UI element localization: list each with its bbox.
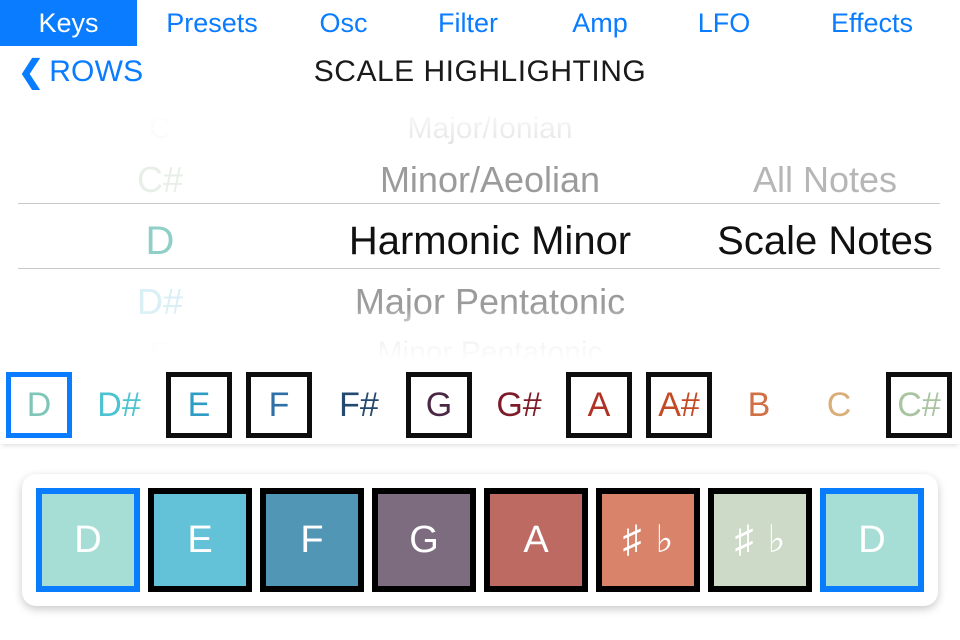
picker-option-selected[interactable]: Scale Notes: [700, 208, 950, 274]
tab-filter-label: Filter: [438, 7, 498, 38]
note-strip-label: F#: [339, 385, 379, 424]
note-strip-cell-Dsharp[interactable]: D#: [86, 372, 152, 438]
accidental-label: ♯ ♭: [735, 521, 786, 559]
tab-amp[interactable]: Amp: [536, 0, 664, 46]
picker-option-label: Minor/Aeolian: [379, 159, 601, 200]
picker-option[interactable]: All Notes: [700, 152, 950, 208]
picker-selection-line-bottom: [18, 268, 940, 269]
picker-option[interactable]: Minor/Aeolian: [260, 152, 720, 208]
back-button-rows[interactable]: ❮ ROWS: [18, 46, 143, 98]
picker-option-selected[interactable]: Harmonic Minor: [260, 208, 720, 274]
note-strip-cell-Gsharp[interactable]: G#: [486, 372, 552, 438]
keyboard-key-7[interactable]: ♯ ♭: [708, 488, 812, 592]
note-strip-label: C#: [897, 385, 941, 424]
nav-bar: SCALE HIGHLIGHTING ❮ ROWS: [0, 46, 960, 98]
picker-option-label: D#: [136, 281, 184, 322]
note-strip-cell-G[interactable]: G: [406, 372, 472, 438]
chromatic-note-strip: D D# E F F# G G# A A# B C C#: [0, 366, 960, 444]
note-strip-cell-C[interactable]: C: [806, 372, 872, 438]
picker-column-note-display[interactable]: All Notes Scale Notes: [700, 98, 950, 366]
picker-column-scale-type[interactable]: Major/Ionian Minor/Aeolian Harmonic Mino…: [260, 98, 720, 367]
picker-column-root-note[interactable]: C C# D D# E: [60, 98, 260, 367]
sharp-icon: ♯: [622, 519, 642, 561]
note-strip-label: G#: [496, 385, 542, 424]
top-tab-bar: Keys Presets Osc Filter Amp LFO Effects: [0, 0, 960, 46]
keyboard-key-3[interactable]: F: [260, 488, 364, 592]
tab-presets[interactable]: Presets: [137, 0, 287, 46]
picker-option[interactable]: D#: [60, 274, 260, 330]
picker-option-label: E: [149, 336, 170, 367]
tab-filter[interactable]: Filter: [400, 0, 536, 46]
note-strip-label: A#: [658, 385, 700, 424]
keyboard-key-8[interactable]: D: [820, 488, 924, 592]
note-strip-label: G: [425, 385, 453, 424]
tab-effects[interactable]: Effects: [784, 0, 960, 46]
tab-keys-label: Keys: [38, 7, 99, 38]
picker-option-label: Harmonic Minor: [348, 219, 632, 263]
note-strip-cell-B[interactable]: B: [726, 372, 792, 438]
note-strip-cell-Fsharp[interactable]: F#: [326, 372, 392, 438]
keyboard-key-label: D: [74, 518, 102, 561]
picker-option[interactable]: E: [60, 330, 260, 367]
picker-option[interactable]: [700, 106, 950, 152]
note-strip-label: E: [187, 385, 211, 424]
tab-lfo-label: LFO: [697, 7, 751, 38]
tab-lfo[interactable]: LFO: [664, 0, 784, 46]
picker-option[interactable]: Major/Ionian: [260, 106, 720, 152]
note-strip-label: D#: [97, 385, 141, 424]
picker-option-selected[interactable]: D: [60, 208, 260, 274]
picker-option-label: All Notes: [752, 159, 898, 200]
note-strip-label: B: [747, 385, 771, 424]
keyboard-key-6[interactable]: ♯ ♭: [596, 488, 700, 592]
sharp-icon: ♯: [734, 519, 754, 561]
scale-highlighting-picker: C C# D D# E Major/Ionian Minor/Aeolian H…: [0, 98, 960, 366]
keyboard-preview-card: D E F G A ♯ ♭ ♯ ♭ D: [22, 474, 938, 606]
picker-option[interactable]: C: [60, 106, 260, 152]
tab-keys[interactable]: Keys: [0, 0, 137, 46]
picker-option-label: Major Pentatonic: [354, 281, 626, 322]
accidental-label: ♯ ♭: [623, 521, 674, 559]
tab-effects-label: Effects: [830, 7, 914, 38]
note-strip-cell-A[interactable]: A: [566, 372, 632, 438]
flat-icon: ♭: [655, 519, 674, 561]
flat-icon: ♭: [767, 519, 786, 561]
picker-option-label: Major/Ionian: [407, 112, 573, 145]
keyboard-key-1[interactable]: D: [36, 488, 140, 592]
note-strip-cell-F[interactable]: F: [246, 372, 312, 438]
note-strip-label: D: [26, 385, 52, 424]
picker-option-label: C#: [136, 159, 184, 200]
chevron-left-icon: ❮: [18, 53, 45, 89]
picker-option-label: Scale Notes: [717, 219, 933, 263]
page-title: SCALE HIGHLIGHTING: [313, 55, 647, 88]
tab-amp-label: Amp: [572, 7, 628, 38]
picker-option-label: D: [145, 219, 175, 263]
picker-option[interactable]: Major Pentatonic: [260, 274, 720, 330]
note-strip-label: A: [587, 385, 611, 424]
keyboard-key-label: E: [187, 518, 213, 561]
note-strip-cell-Asharp[interactable]: A#: [646, 372, 712, 438]
picker-option-label: C: [149, 112, 171, 145]
tab-osc[interactable]: Osc: [287, 0, 400, 46]
back-button-label: ROWS: [49, 55, 144, 88]
picker-option[interactable]: C#: [60, 152, 260, 208]
picker-option[interactable]: Minor Pentatonic: [260, 330, 720, 367]
picker-selection-line-top: [18, 203, 940, 204]
tab-osc-label: Osc: [319, 7, 368, 38]
note-strip-label: F: [268, 385, 290, 424]
keyboard-key-label: G: [409, 518, 439, 561]
note-strip-cell-D[interactable]: D: [6, 372, 72, 438]
picker-option[interactable]: [700, 330, 950, 366]
tab-presets-label: Presets: [166, 7, 258, 38]
note-strip-label: C: [826, 385, 852, 424]
picker-option-label: Minor Pentatonic: [377, 336, 603, 367]
keyboard-key-label: F: [300, 518, 324, 561]
keyboard-key-5[interactable]: A: [484, 488, 588, 592]
keyboard-key-label: A: [523, 518, 549, 561]
keyboard-key-4[interactable]: G: [372, 488, 476, 592]
keyboard-key-label: D: [858, 518, 886, 561]
picker-option[interactable]: [700, 274, 950, 330]
note-strip-cell-Csharp[interactable]: C#: [886, 372, 952, 438]
note-strip-cell-E[interactable]: E: [166, 372, 232, 438]
keyboard-key-2[interactable]: E: [148, 488, 252, 592]
